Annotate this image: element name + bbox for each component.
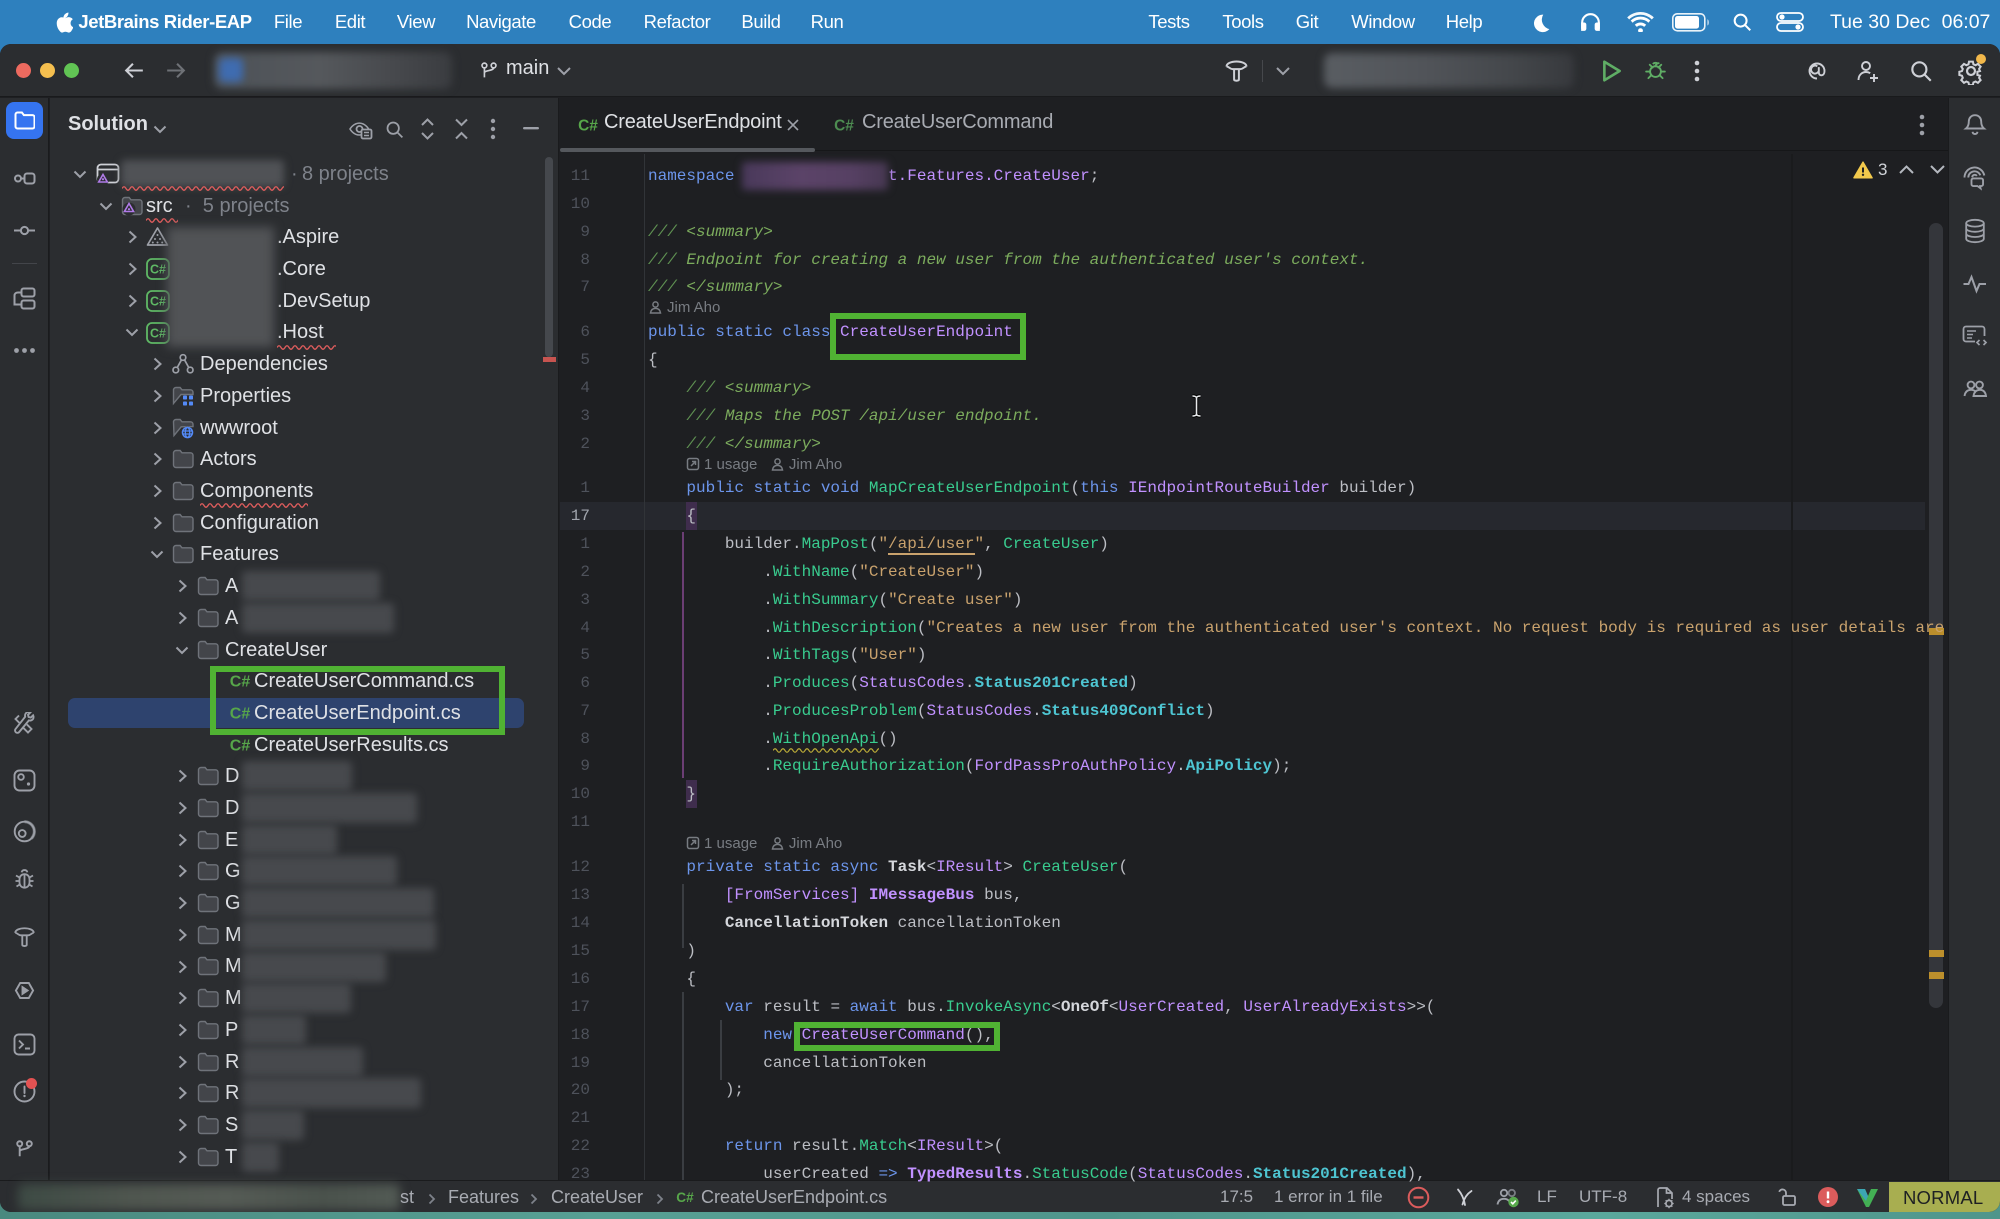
svg-text:C#: C# xyxy=(676,1190,694,1205)
svg-text:C#: C# xyxy=(834,118,854,135)
svg-text:C#: C# xyxy=(150,327,166,341)
svg-text:C#: C# xyxy=(578,118,598,135)
svg-text:C#: C# xyxy=(150,295,166,309)
svg-text:C#: C# xyxy=(150,263,166,277)
svg-text:C#: C# xyxy=(230,738,251,755)
